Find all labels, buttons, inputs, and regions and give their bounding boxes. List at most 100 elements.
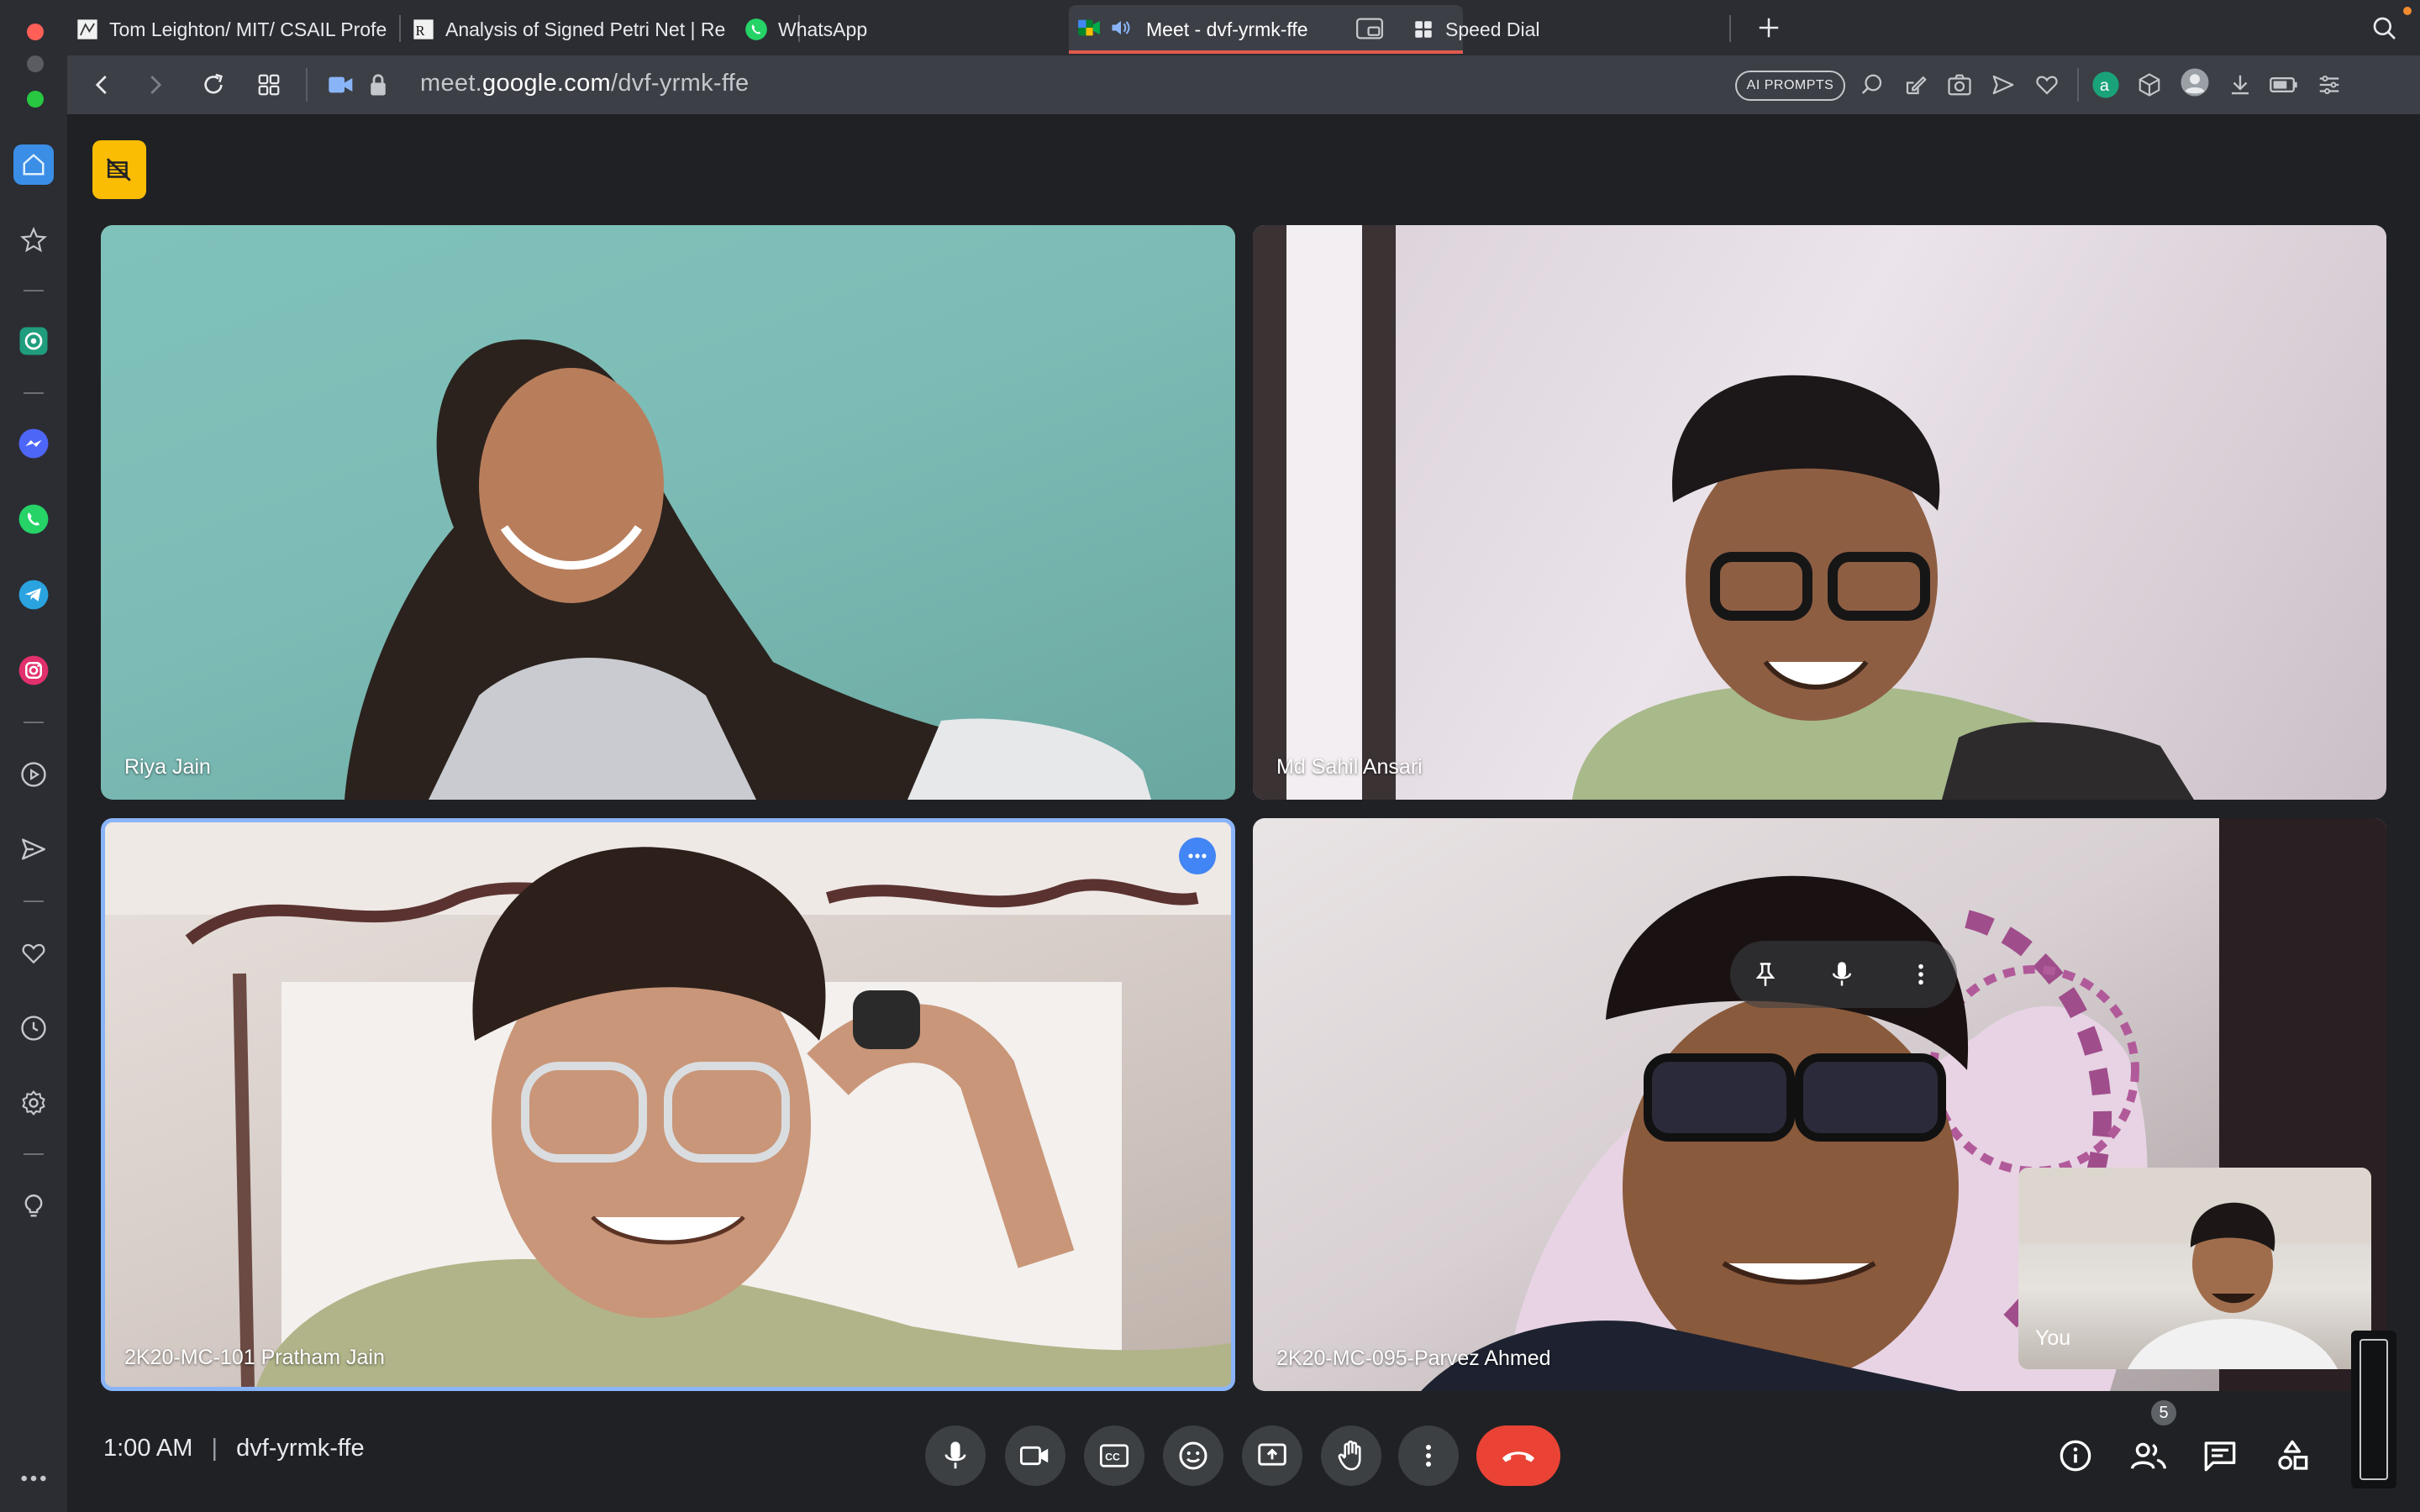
participant-tile[interactable]: Riya Jain [101, 225, 1235, 800]
url-path: /dvf-yrmk-ffe [610, 70, 750, 97]
heart-icon[interactable] [13, 933, 54, 974]
address-toolbar: meet.google.com/dvf-yrmk-ffe AI PROMPTS … [67, 55, 2420, 114]
researchgate-icon: R [412, 18, 435, 41]
activities-button[interactable] [2267, 1431, 2317, 1481]
ai-prompts-button[interactable]: AI PROMPTS [1735, 71, 1845, 101]
tab-whatsapp[interactable]: WhatsApp [744, 5, 997, 54]
zoom-window-button[interactable] [27, 91, 44, 108]
tab-title: WhatsApp [778, 18, 868, 40]
download-icon[interactable] [2225, 70, 2255, 100]
mute-participant-icon[interactable] [1825, 958, 1859, 991]
minimize-window-button[interactable] [27, 55, 44, 72]
svg-text:a: a [2100, 76, 2110, 95]
telegram-icon[interactable] [13, 575, 54, 615]
easy-setup-icon[interactable] [2314, 70, 2344, 100]
tiles-icon[interactable] [254, 70, 284, 100]
emoji-icon [1179, 1441, 1207, 1470]
microphone-button[interactable] [925, 1425, 986, 1486]
chat-icon [2204, 1441, 2236, 1472]
back-icon[interactable] [87, 70, 118, 100]
tab-bar: Tom Leighton/ MIT/ CSAIL Profe R Analysi… [67, 0, 2420, 55]
whatsapp-icon[interactable] [13, 499, 54, 539]
camera-button[interactable] [1005, 1425, 1065, 1486]
present-icon [1258, 1443, 1286, 1466]
bookmark-star-icon[interactable] [13, 220, 54, 260]
activities-shapes-icon [2278, 1440, 2308, 1470]
participant-name: 2K20-MC-101 Pratham Jain [124, 1346, 385, 1369]
camera-permission-icon[interactable] [326, 70, 356, 100]
self-view-tile[interactable]: You [2018, 1168, 2371, 1369]
captions-button[interactable]: CC [1084, 1425, 1144, 1486]
info-icon [2060, 1440, 2091, 1472]
amazon-extension-icon[interactable]: a [2091, 70, 2121, 100]
forward-icon[interactable] [139, 70, 170, 100]
tab-petri-net[interactable]: R Analysis of Signed Petri Net | Re [412, 5, 794, 54]
grid-icon [1412, 18, 1435, 41]
close-window-button[interactable] [27, 24, 44, 40]
lens-search-icon[interactable] [1857, 70, 1887, 100]
bulb-icon[interactable] [13, 1186, 54, 1226]
participant-name: 2K20-MC-095-Parvez Ahmed [1276, 1347, 1551, 1370]
svg-text:CC: CC [1105, 1451, 1120, 1462]
picture-in-picture-icon[interactable] [1355, 13, 1385, 44]
lock-icon[interactable] [363, 70, 393, 100]
messenger-icon[interactable] [13, 423, 54, 464]
home-icon[interactable] [13, 144, 54, 185]
reactions-button[interactable] [1163, 1425, 1223, 1486]
people-button[interactable] [2123, 1431, 2174, 1481]
leave-call-button[interactable] [1476, 1425, 1560, 1486]
reload-icon[interactable] [198, 70, 229, 100]
participant-tile-active[interactable]: 2K20-MC-101 Pratham Jain [101, 818, 1235, 1391]
whatsapp-icon [744, 18, 768, 41]
participant-tile[interactable]: Md Sahil Ansari [1253, 225, 2386, 800]
meeting-code: dvf-yrmk-ffe [236, 1435, 365, 1462]
no-video-badge-icon[interactable] [92, 140, 146, 199]
self-label: You [2035, 1326, 2071, 1350]
send-icon[interactable] [13, 829, 54, 869]
instagram-icon[interactable] [13, 650, 54, 690]
new-tab-icon[interactable] [1754, 13, 1784, 43]
history-icon[interactable] [13, 1008, 54, 1048]
speaker-audio-icon[interactable] [1109, 17, 1133, 43]
profile-avatar-icon[interactable] [2180, 67, 2210, 97]
active-tab-indicator [1069, 50, 1463, 54]
tab-tom-leighton[interactable]: Tom Leighton/ MIT/ CSAIL Profe [76, 5, 395, 54]
tab-title: Tom Leighton/ MIT/ CSAIL Profe [109, 18, 387, 40]
battery-saver-icon[interactable] [2269, 70, 2299, 100]
tab-title: Analysis of Signed Petri Net | Re [445, 18, 726, 40]
people-icon [2130, 1442, 2167, 1469]
address-bar-url[interactable]: meet.google.com/dvf-yrmk-ffe [420, 70, 749, 97]
self-video [2018, 1168, 2371, 1369]
chatgpt-icon[interactable] [13, 321, 54, 361]
resize-handle[interactable] [2351, 1331, 2396, 1488]
more-icon[interactable] [13, 1458, 54, 1499]
settings-icon[interactable] [13, 1083, 54, 1123]
pin-icon[interactable] [1749, 958, 1782, 991]
tab-search-icon[interactable] [2370, 13, 2400, 44]
edit-share-icon[interactable] [1901, 70, 1931, 100]
present-screen-button[interactable] [1242, 1425, 1302, 1486]
url-domain: google.com [482, 70, 611, 97]
participant-video [105, 822, 1231, 1387]
extensions-cube-icon[interactable] [2134, 70, 2165, 100]
more-options-icon[interactable] [1179, 837, 1216, 874]
raise-hand-button[interactable] [1321, 1425, 1381, 1486]
snapshot-icon[interactable] [1944, 70, 1975, 100]
player-icon[interactable] [13, 754, 54, 795]
meeting-time: 1:00 AM [103, 1435, 193, 1462]
tile-hover-controls [1730, 941, 1957, 1008]
browser-sidebar [0, 0, 67, 1512]
svg-text:R: R [416, 23, 425, 39]
pinboard-heart-icon[interactable] [2032, 70, 2062, 100]
google-meet-icon [1077, 17, 1101, 43]
participant-video [1253, 225, 2194, 800]
flow-send-icon[interactable] [1988, 70, 2018, 100]
chat-button[interactable] [2195, 1431, 2245, 1481]
page-icon [76, 18, 99, 41]
tab-title: Speed Dial [1445, 18, 1540, 40]
microphone-icon [944, 1441, 966, 1469]
participant-more-icon[interactable] [1904, 958, 1938, 991]
meeting-details-button[interactable] [2050, 1431, 2101, 1481]
more-options-button[interactable] [1398, 1425, 1459, 1486]
tab-speed-dial[interactable]: Speed Dial [1412, 5, 1647, 54]
